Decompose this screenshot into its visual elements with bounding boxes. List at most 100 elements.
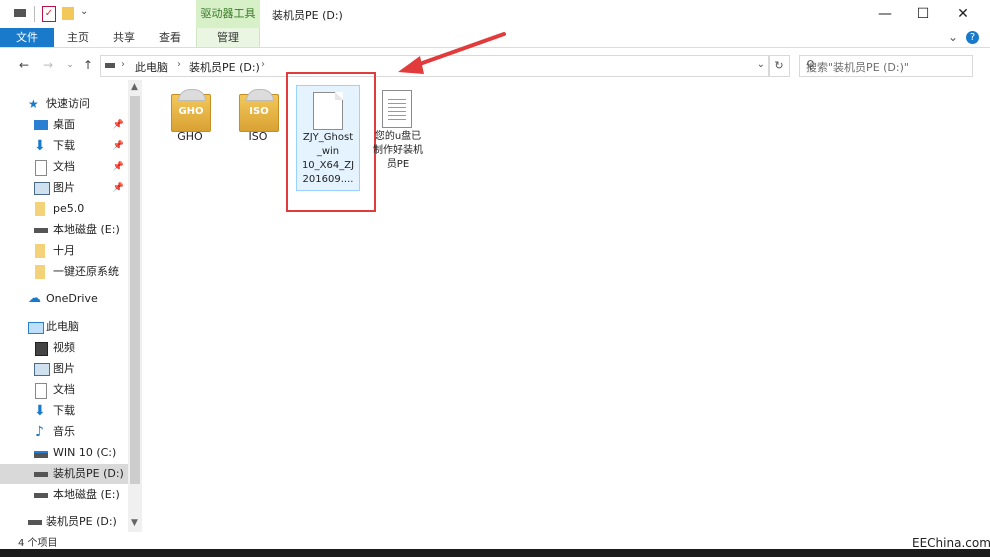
title-bar: ✓ ⌄ 驱动器工具 装机员PE (D:) — ☐ ✕ bbox=[0, 0, 990, 30]
nav-item-drive-d-root[interactable]: 装机员PE (D:) bbox=[0, 512, 128, 532]
pin-icon[interactable]: 📌 bbox=[113, 115, 124, 135]
music-icon: ♪ bbox=[35, 424, 44, 440]
nav-label: 十月 bbox=[53, 244, 75, 257]
nav-label: 下载 bbox=[53, 139, 75, 152]
drive-icon bbox=[34, 228, 48, 233]
nav-label: 快速访问 bbox=[46, 97, 90, 110]
pin-icon[interactable]: 📌 bbox=[113, 178, 124, 198]
nav-quick-access[interactable]: ★ 快速访问 bbox=[0, 94, 128, 114]
folder-icon bbox=[35, 244, 45, 258]
file-name: ISO bbox=[248, 130, 268, 143]
file-name: GHO bbox=[177, 130, 203, 143]
cloud-icon: ☁ bbox=[28, 291, 41, 306]
pictures-icon bbox=[34, 363, 50, 376]
chevron-right-icon[interactable]: › bbox=[177, 59, 181, 70]
properties-icon[interactable]: ✓ bbox=[42, 6, 56, 22]
nav-label: 一键还原系统 bbox=[53, 265, 119, 278]
document-icon bbox=[35, 383, 47, 399]
file-name: 您的u盘已 制作好装机 员PE bbox=[362, 130, 434, 172]
file-item-gho[interactable]: GHO GHO bbox=[154, 86, 226, 150]
help-icon[interactable]: ? bbox=[966, 31, 979, 44]
nav-item-october[interactable]: 十月 bbox=[0, 241, 128, 261]
nav-item-onekey-restore[interactable]: 一键还原系统 bbox=[0, 262, 128, 282]
text-file-icon bbox=[382, 90, 412, 128]
nav-item-drive-e[interactable]: 本地磁盘 (E:) bbox=[0, 485, 128, 505]
nav-item-music[interactable]: ♪ 音乐 bbox=[0, 422, 128, 442]
search-icon[interactable]: ⚲ bbox=[806, 58, 966, 72]
nav-label: 本地磁盘 (E:) bbox=[53, 223, 120, 236]
tab-file[interactable]: 文件 bbox=[0, 28, 54, 47]
drive-icon bbox=[34, 493, 48, 498]
document-icon bbox=[35, 160, 47, 176]
file-name-line: 您的u盘已 bbox=[374, 131, 422, 142]
pin-icon[interactable]: 📌 bbox=[113, 136, 124, 156]
window-title: 装机员PE (D:) bbox=[272, 9, 343, 22]
download-icon: ⬇ bbox=[34, 403, 46, 419]
up-arrow-icon[interactable]: ↑ bbox=[80, 56, 96, 74]
nav-item-pictures-pc[interactable]: 图片 bbox=[0, 359, 128, 379]
nav-label: 下载 bbox=[53, 404, 75, 417]
address-dropdown-icon[interactable]: ⌄ bbox=[757, 59, 765, 70]
computer-icon bbox=[28, 322, 44, 334]
chevron-right-icon[interactable]: › bbox=[121, 59, 125, 70]
nav-label: OneDrive bbox=[46, 292, 98, 305]
nav-item-videos[interactable]: 视频 bbox=[0, 338, 128, 358]
nav-item-desktop[interactable]: 桌面 📌 bbox=[0, 115, 128, 135]
status-bar: 4 个项目 bbox=[0, 532, 990, 549]
item-count: 4 个项目 bbox=[18, 538, 58, 549]
annotation-arrow-icon bbox=[398, 32, 506, 74]
breadcrumb-drive-d[interactable]: 装机员PE (D:) bbox=[189, 59, 260, 75]
divider bbox=[34, 6, 35, 22]
drive-icon bbox=[34, 472, 48, 477]
folder-icon bbox=[35, 265, 45, 279]
back-arrow-icon[interactable]: ← bbox=[16, 56, 32, 74]
nav-item-drive-c[interactable]: WIN 10 (C:) bbox=[0, 443, 128, 463]
pin-icon[interactable]: 📌 bbox=[113, 157, 124, 177]
nav-label: 文档 bbox=[53, 383, 75, 396]
nav-item-drive-d[interactable]: 装机员PE (D:) bbox=[0, 464, 128, 484]
disc-folder-icon: ISO bbox=[239, 89, 279, 132]
tab-manage[interactable]: 管理 bbox=[196, 28, 260, 47]
nav-item-drive-e-quick[interactable]: 本地磁盘 (E:) bbox=[0, 220, 128, 240]
nav-item-documents-pc[interactable]: 文档 bbox=[0, 380, 128, 400]
ribbon-expand-icon[interactable]: ⌄ bbox=[948, 30, 958, 44]
nav-this-pc[interactable]: 此电脑 bbox=[0, 317, 128, 337]
file-item-readme[interactable]: 您的u盘已 制作好装机 员PE bbox=[362, 86, 434, 176]
tab-view[interactable]: 查看 bbox=[150, 28, 190, 47]
nav-label: 此电脑 bbox=[46, 320, 79, 333]
pictures-icon bbox=[34, 182, 50, 195]
nav-item-pictures[interactable]: 图片 📌 bbox=[0, 178, 128, 198]
new-folder-icon[interactable] bbox=[62, 7, 74, 20]
nav-scrollbar-thumb[interactable] bbox=[130, 96, 140, 484]
nav-item-downloads-pc[interactable]: ⬇ 下载 bbox=[0, 401, 128, 421]
folder-badge: GHO bbox=[178, 106, 204, 117]
disc-folder-icon: GHO bbox=[171, 89, 211, 132]
download-icon: ⬇ bbox=[34, 138, 46, 154]
scroll-up-icon[interactable]: ▲ bbox=[131, 82, 138, 92]
nav-onedrive[interactable]: ☁ OneDrive bbox=[0, 289, 128, 309]
breadcrumb-this-pc[interactable]: 此电脑 bbox=[135, 59, 168, 75]
recent-dropdown-icon[interactable]: ⌄ bbox=[62, 56, 78, 74]
forward-arrow-icon[interactable]: → bbox=[40, 56, 56, 74]
folder-badge: ISO bbox=[249, 106, 269, 117]
search-input[interactable]: 搜索"装机员PE (D:)" ⚲ bbox=[799, 55, 973, 77]
navigation-pane: ★ 快速访问 桌面 📌 ⬇ 下载 📌 文档 📌 图片 📌 pe5.0 本地磁盘 … bbox=[0, 80, 143, 532]
nav-label: 图片 bbox=[53, 181, 75, 194]
star-icon: ★ bbox=[28, 97, 39, 111]
nav-item-documents[interactable]: 文档 📌 bbox=[0, 157, 128, 177]
tab-home[interactable]: 主页 bbox=[58, 28, 98, 47]
file-item-iso[interactable]: ISO ISO bbox=[222, 86, 294, 150]
watermark: EEChina.com bbox=[912, 536, 990, 550]
nav-label: 文档 bbox=[53, 160, 75, 173]
chevron-right-icon[interactable]: › bbox=[261, 59, 265, 70]
scroll-down-icon[interactable]: ▼ bbox=[131, 518, 138, 528]
drive-icon bbox=[14, 9, 26, 17]
close-button[interactable]: ✕ bbox=[940, 0, 986, 28]
nav-item-pe50[interactable]: pe5.0 bbox=[0, 199, 128, 219]
qat-dropdown-icon[interactable]: ⌄ bbox=[80, 6, 88, 17]
file-name-line: 制作好装机 bbox=[373, 145, 423, 156]
nav-item-downloads[interactable]: ⬇ 下载 📌 bbox=[0, 136, 128, 156]
tab-share[interactable]: 共享 bbox=[104, 28, 144, 47]
refresh-button[interactable]: ↻ bbox=[768, 55, 790, 77]
drive-icon bbox=[105, 63, 115, 68]
